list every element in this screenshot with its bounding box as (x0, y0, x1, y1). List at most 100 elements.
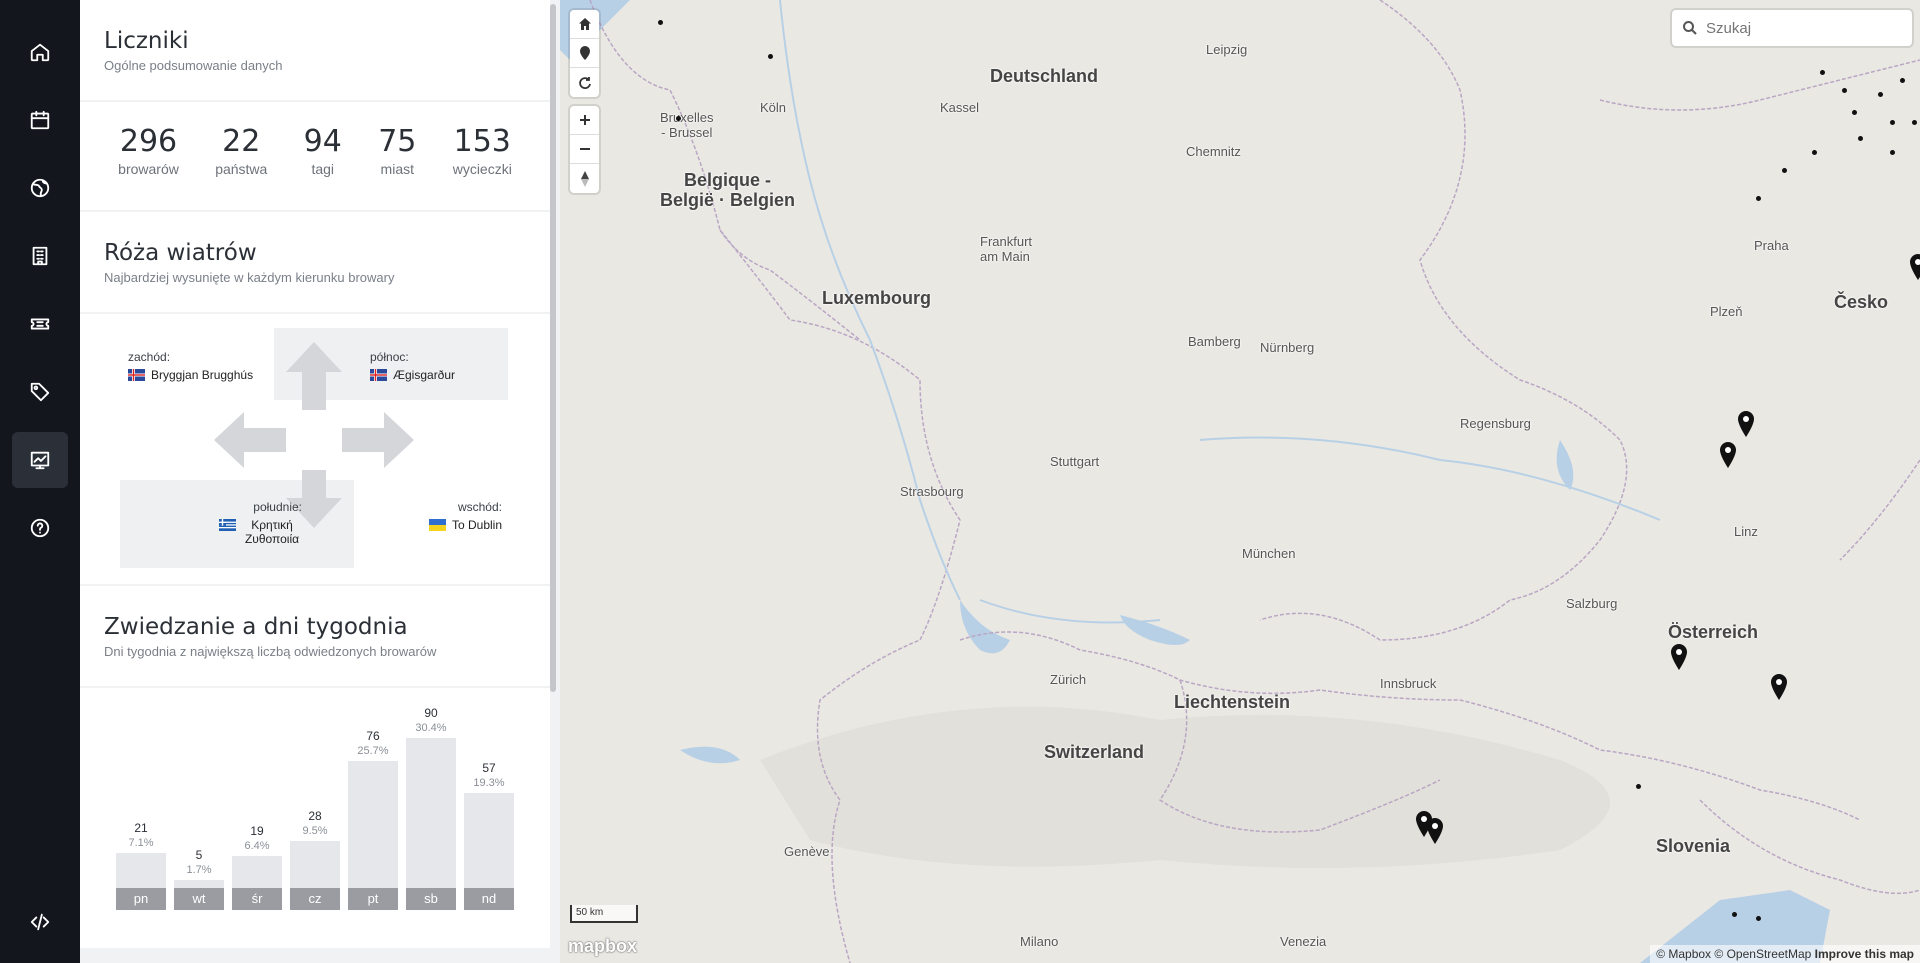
globe-icon (30, 178, 50, 198)
nav-tags[interactable] (12, 364, 68, 420)
counter-value: 296 (119, 124, 178, 159)
map-nav-controls (570, 10, 599, 97)
map-search (1672, 10, 1912, 46)
map-dot[interactable] (768, 54, 773, 59)
map-label-osterreich: Österreich (1668, 622, 1759, 642)
weekday-bar[interactable] (174, 880, 224, 888)
counter-label: tagi (311, 161, 335, 177)
map-refresh-button[interactable] (570, 68, 599, 97)
weekday-bar[interactable] (406, 738, 456, 888)
rose-east-label: wschód: (457, 500, 502, 514)
map-label-city: Milano (1020, 934, 1059, 949)
brewery-pin-icon[interactable] (1719, 442, 1737, 468)
map-label-switzerland: Switzerland (1044, 742, 1145, 762)
map-locate-button[interactable] (570, 39, 599, 68)
weekday-bar[interactable] (348, 761, 398, 888)
map-dot[interactable] (1890, 150, 1895, 155)
map-scale: 50 km (570, 905, 638, 923)
weekdays-subtitle: Dni tygodnia z największą liczbą odwiedz… (104, 644, 437, 659)
weekdays-chart-card: pn 7.1% 21 wt 1.7% 5 śr 6.4% 19 cz 9.5% 28 pt 25.7% 76… (80, 688, 550, 948)
rose-east-brewery[interactable]: To Dublin (420, 518, 502, 532)
map-label-city: Nürnberg (1260, 340, 1315, 355)
map[interactable]: Deutschland Belgique - België · Belgien L… (560, 0, 1920, 963)
brewery-pin-icon[interactable] (1426, 818, 1444, 844)
nav-stats[interactable] (12, 432, 68, 488)
weekday-percent-label: 9.5% (302, 825, 328, 837)
weekday-bar[interactable] (116, 853, 166, 888)
rose-title: Róża wiatrów (104, 240, 257, 266)
attribution-mapbox[interactable]: © Mapbox (1656, 947, 1711, 961)
code-icon (30, 913, 50, 931)
rose-north-brewery[interactable]: Ægisgarður (370, 368, 455, 382)
map-label-city: Regensburg (1460, 416, 1531, 431)
map-dot[interactable] (1912, 120, 1917, 125)
rose-west-brewery[interactable]: Bryggjan Brugghús (128, 368, 253, 382)
map-label-city: Chemnitz (1186, 144, 1241, 159)
weekday-percent-label: 1.7% (186, 864, 212, 876)
compass-button[interactable] (570, 164, 599, 193)
map-dot[interactable] (1756, 916, 1761, 921)
map-dot[interactable] (1890, 120, 1895, 125)
counter-countries: 22 państwa (215, 124, 267, 177)
map-dot[interactable] (1756, 196, 1761, 201)
weekday-bar[interactable] (464, 793, 514, 888)
rose-south-brewery[interactable]: Κρητική Ζυθοποιία (206, 518, 302, 546)
nav-breweries[interactable] (12, 228, 68, 284)
weekday-tick-label: sb (406, 888, 456, 910)
brewery-pin-icon[interactable] (1909, 254, 1920, 280)
map-label-city: Bamberg (1188, 334, 1241, 349)
map-label-city: Köln (760, 100, 787, 115)
map-dot[interactable] (1900, 78, 1905, 83)
nav-globe[interactable] (12, 160, 68, 216)
map-label-city: Linz (1734, 524, 1758, 539)
brewery-pin-icon[interactable] (1737, 411, 1755, 437)
panel-scrollbar[interactable] (550, 4, 556, 692)
weekday-value-label: 19 (250, 824, 264, 838)
weekday-tick-label: cz (290, 888, 340, 910)
rose-south-name: Κρητική Ζυθοποιία (244, 518, 300, 546)
map-dot[interactable] (1636, 784, 1641, 789)
map-dot[interactable] (1812, 150, 1817, 155)
nav-help[interactable] (12, 500, 68, 556)
map-dot[interactable] (1842, 88, 1847, 93)
map-home-button[interactable] (570, 10, 599, 39)
map-dot[interactable] (1820, 70, 1825, 75)
stats-icon (30, 451, 50, 470)
weekday-bar[interactable] (290, 841, 340, 888)
weekday-value-label: 5 (195, 848, 203, 862)
attribution-improve[interactable]: Improve this map (1815, 947, 1914, 961)
rose-south-label: południe: (253, 500, 302, 514)
rose-east-name: To Dublin (451, 518, 502, 532)
map-dot[interactable] (1852, 110, 1857, 115)
nav-code[interactable] (12, 894, 68, 950)
map-dot[interactable] (1878, 92, 1883, 97)
marker-icon (579, 46, 590, 60)
nav-calendar[interactable] (12, 92, 68, 148)
zoom-in-button[interactable] (570, 106, 599, 135)
rose-west: zachód: Bryggjan Brugghús (128, 350, 253, 382)
search-input[interactable] (1706, 19, 1896, 37)
mapbox-logo[interactable]: mapbox (568, 936, 637, 957)
weekday-bar[interactable] (232, 856, 282, 888)
map-label-slovenia: Slovenia (1656, 836, 1731, 856)
nav-trips[interactable] (12, 296, 68, 352)
brewery-pin-icon[interactable] (1670, 644, 1688, 670)
map-label-city: Plzeň (1710, 304, 1743, 319)
weekday-value-label: 90 (424, 706, 438, 720)
counter-breweries: 296 browarów (118, 124, 179, 177)
calendar-icon (30, 110, 50, 130)
home-icon (578, 18, 591, 30)
map-dot[interactable] (1732, 912, 1737, 917)
map-dot[interactable] (658, 20, 663, 25)
map-label-deutschland: Deutschland (990, 66, 1099, 86)
rose-north: północ: Ægisgarður (370, 350, 455, 382)
map-dot[interactable] (1858, 136, 1863, 141)
map-dot[interactable] (1782, 168, 1787, 173)
map-dot[interactable] (676, 116, 681, 121)
zoom-out-button[interactable] (570, 135, 599, 164)
map-label-liechtenstein: Liechtenstein (1174, 692, 1291, 712)
map-label-belgium: Belgique - België · Belgien (660, 170, 796, 210)
attribution-osm[interactable]: © OpenStreetMap (1714, 947, 1811, 961)
brewery-pin-icon[interactable] (1770, 674, 1788, 700)
nav-home[interactable] (12, 24, 68, 80)
